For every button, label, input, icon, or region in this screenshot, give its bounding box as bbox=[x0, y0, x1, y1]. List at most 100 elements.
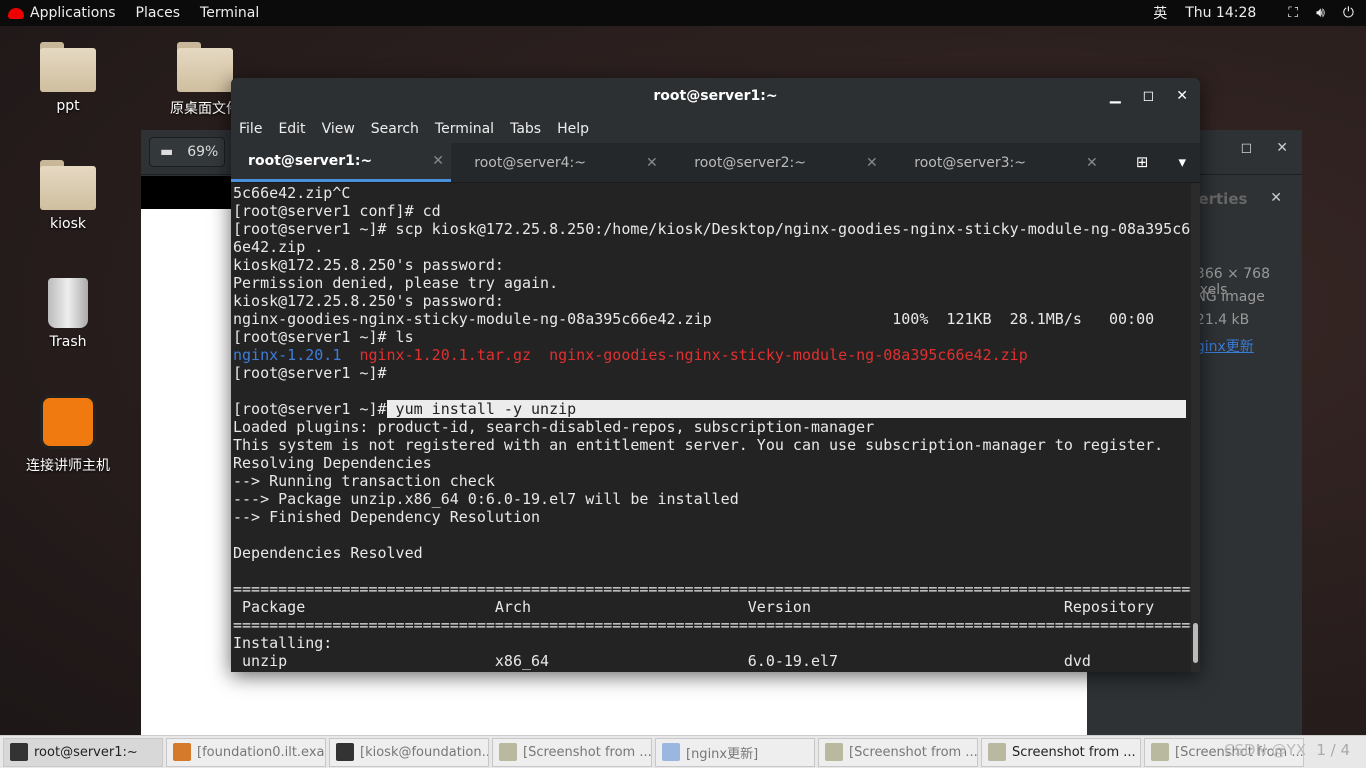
close-tab-icon[interactable]: ✕ bbox=[866, 155, 878, 171]
menubar: File Edit View Search Terminal Tabs Help bbox=[231, 114, 1200, 143]
ls-zip: nginx-goodies-nginx-sticky-module-ng-08a… bbox=[549, 346, 1028, 364]
taskbar-item-label: [Screenshot from ... bbox=[849, 744, 978, 760]
clock[interactable]: Thu 14:28 bbox=[1185, 5, 1256, 21]
vnc-icon bbox=[173, 743, 191, 761]
close-properties-icon[interactable]: ✕ bbox=[1270, 190, 1282, 206]
zoom-control[interactable]: ▬ 69% bbox=[149, 137, 225, 167]
ls-dir: nginx-1.20.1 bbox=[233, 346, 342, 364]
maximize-icon[interactable]: ◻ bbox=[1143, 78, 1155, 114]
menu-edit[interactable]: Edit bbox=[270, 121, 313, 137]
taskbar-item-label: [nginx更新] bbox=[686, 746, 759, 762]
volume-icon[interactable]: 🔊︎ bbox=[1316, 5, 1325, 21]
close-icon[interactable]: ✕ bbox=[1176, 78, 1188, 114]
desktop-icon-kiosk[interactable]: kiosk bbox=[13, 160, 123, 232]
taskbar-item-label: [foundation0.ilt.exa... bbox=[197, 744, 326, 760]
terminal-icon bbox=[336, 743, 354, 761]
tab-label: root@server2:~ bbox=[694, 154, 806, 171]
terminal-line: ========================================… bbox=[233, 616, 1191, 634]
applications-menu[interactable]: Applications bbox=[30, 5, 116, 21]
close-tab-icon[interactable]: ✕ bbox=[1086, 155, 1098, 171]
icon-label: 原桌面文件 bbox=[170, 101, 240, 117]
home-folder-icon bbox=[40, 160, 96, 210]
terminal-line: kiosk@172.25.8.250's password: bbox=[233, 256, 513, 274]
taskbar-item-label: [kiosk@foundation... bbox=[360, 744, 489, 760]
menu-tabs[interactable]: Tabs bbox=[502, 121, 549, 137]
taskbar-item[interactable]: [kiosk@foundation... bbox=[329, 737, 489, 767]
power-icon[interactable]: ⏻ bbox=[1343, 5, 1354, 21]
watermark: CSDN @YX bbox=[1224, 741, 1306, 759]
taskbar-item[interactable]: Screenshot from ... bbox=[981, 737, 1141, 767]
desktop-icon-ppt[interactable]: ppt bbox=[13, 42, 123, 114]
scrollbar[interactable] bbox=[1191, 183, 1200, 672]
zoom-level: 69% bbox=[187, 144, 219, 160]
redhat-logo-icon bbox=[8, 7, 24, 19]
terminal-line: ========================================… bbox=[233, 580, 1191, 598]
terminal-line: [root@server1 conf]# cd bbox=[233, 202, 441, 220]
new-tab-icon[interactable]: ⊞ bbox=[1136, 153, 1149, 171]
remote-app-icon bbox=[40, 395, 96, 449]
close-tab-icon[interactable]: ✕ bbox=[646, 155, 658, 171]
tab-label: root@server1:~ bbox=[248, 153, 373, 169]
terminal-line: --> Running transaction check bbox=[233, 472, 495, 490]
tab-label: root@server4:~ bbox=[474, 154, 586, 171]
taskbar-item[interactable]: [Screenshot from ... bbox=[492, 737, 652, 767]
menu-terminal[interactable]: Terminal bbox=[427, 121, 502, 137]
terminal-line: Dependencies Resolved bbox=[233, 544, 423, 562]
terminal-line: Package Arch Version Repository Size bbox=[233, 598, 1191, 616]
folder-icon bbox=[177, 42, 233, 92]
maximize-icon[interactable]: ◻ bbox=[1241, 140, 1253, 156]
tab-server2[interactable]: root@server2:~ ✕ bbox=[671, 143, 891, 182]
tab-server4[interactable]: root@server4:~ ✕ bbox=[451, 143, 671, 182]
terminal-line: Permission denied, please try again. bbox=[233, 274, 559, 292]
zoom-out-icon[interactable]: ▬ bbox=[160, 144, 173, 160]
terminal-line: 6e42.zip . bbox=[233, 238, 324, 256]
taskbar-item[interactable]: root@server1:~ bbox=[3, 737, 163, 767]
terminal-line: Installing: bbox=[233, 634, 333, 652]
menu-view[interactable]: View bbox=[314, 121, 363, 137]
icon-label: 连接讲师主机 bbox=[26, 458, 110, 474]
taskbar-item-label: root@server1:~ bbox=[34, 744, 138, 760]
terminal-line: unzip x86_64 6.0-19.el7 dvd 170 k bbox=[233, 652, 1191, 670]
menu-search[interactable]: Search bbox=[363, 121, 427, 137]
desktop-icon-remote[interactable]: 连接讲师主机 bbox=[13, 395, 123, 475]
taskbar-item[interactable]: [nginx更新] bbox=[655, 737, 815, 767]
menu-help[interactable]: Help bbox=[549, 121, 597, 137]
menu-file[interactable]: File bbox=[231, 121, 270, 137]
tab-server3[interactable]: root@server3:~ ✕ bbox=[891, 143, 1111, 182]
minimize-icon[interactable]: ▁ bbox=[1110, 78, 1121, 114]
tab-menu-chevron-down-icon[interactable]: ▾ bbox=[1178, 153, 1186, 171]
terminal-line: nginx-goodies-nginx-sticky-module-ng-08a… bbox=[233, 310, 1191, 328]
tab-server1[interactable]: root@server1:~ ✕ bbox=[231, 143, 451, 182]
close-tab-icon[interactable]: ✕ bbox=[432, 153, 444, 169]
terminal-line: Loaded plugins: product-id, search-disab… bbox=[233, 418, 875, 436]
close-icon[interactable]: ✕ bbox=[1276, 140, 1288, 156]
places-menu[interactable]: Places bbox=[136, 5, 181, 21]
input-method[interactable]: 英 bbox=[1153, 3, 1167, 23]
network-icon[interactable]: ⛶ bbox=[1288, 5, 1298, 21]
taskbar-item-label: Screenshot from ... bbox=[1012, 744, 1136, 760]
workspace-indicator[interactable]: 1 / 4 bbox=[1316, 741, 1350, 759]
ls-tar: nginx-1.20.1.tar.gz bbox=[359, 346, 532, 364]
taskbar-item[interactable]: [foundation0.ilt.exa... bbox=[166, 737, 326, 767]
taskbar-item[interactable]: [Screenshot from ... bbox=[818, 737, 978, 767]
top-panel: Applications Places Terminal 英 Thu 14:28… bbox=[0, 0, 1366, 26]
selected-command-line: [root@server1 ~]# yum install -y unzip bbox=[233, 400, 1191, 418]
trash-icon bbox=[48, 278, 88, 328]
folder-icon bbox=[40, 42, 96, 92]
terminal-line: 5c66e42.zip^C bbox=[233, 184, 351, 202]
terminal-output[interactable]: 5c66e42.zip^C [root@server1 conf]# cd [roo… bbox=[231, 183, 1191, 672]
terminal-line: [root@server1 ~]# ls bbox=[233, 328, 414, 346]
terminal-line: Resolving Dependencies bbox=[233, 454, 432, 472]
desktop-icon-trash[interactable]: Trash bbox=[13, 278, 123, 350]
terminal-line: --> Finished Dependency Resolution bbox=[233, 508, 541, 526]
window-title: root@server1:~ bbox=[653, 88, 778, 104]
terminal-app-menu[interactable]: Terminal bbox=[200, 5, 259, 21]
terminal-line: This system is not registered with an en… bbox=[233, 436, 1164, 454]
scrollbar-thumb[interactable] bbox=[1193, 623, 1198, 663]
image-viewer-icon bbox=[988, 743, 1006, 761]
image-viewer-icon bbox=[499, 743, 517, 761]
ls-output: nginx-1.20.1 nginx-1.20.1.tar.gz nginx-g… bbox=[233, 346, 1191, 364]
file-manager-icon bbox=[662, 743, 680, 761]
